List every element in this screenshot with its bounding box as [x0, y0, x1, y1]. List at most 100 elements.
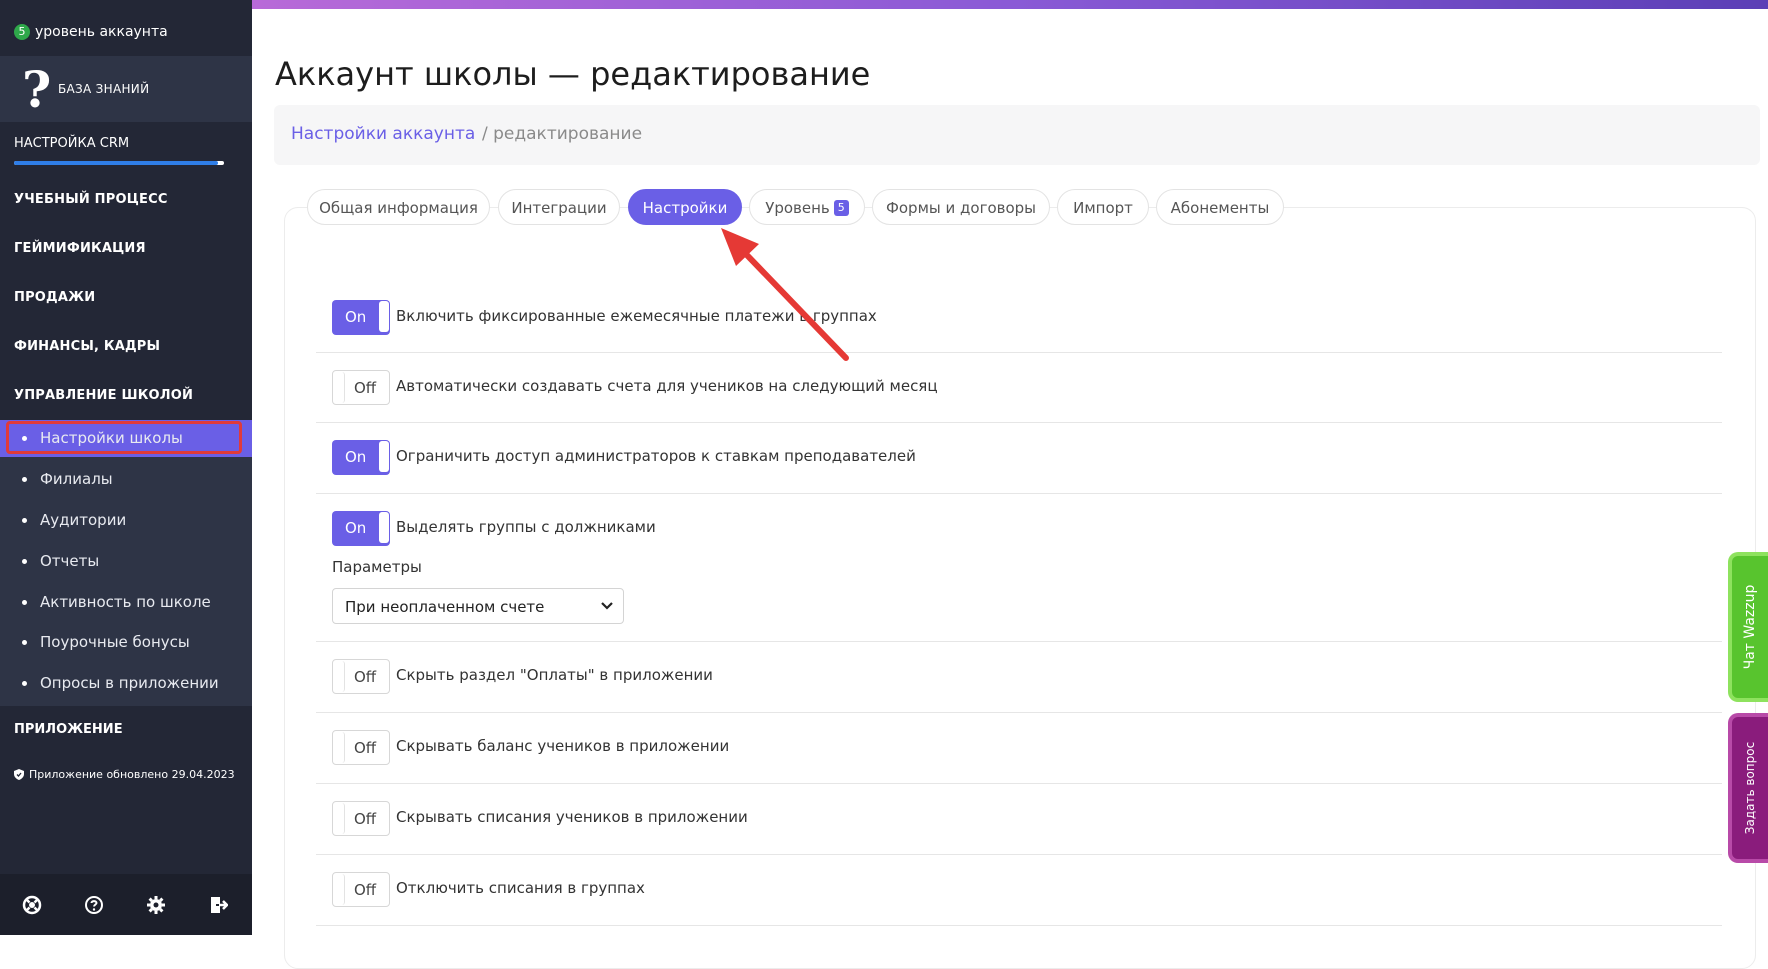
- sidebar-section-finance[interactable]: ФИНАНСЫ, КАДРЫ: [14, 339, 160, 354]
- logout-icon[interactable]: [208, 895, 228, 915]
- page-title: Аккаунт школы — редактирование: [275, 55, 871, 93]
- toggle-state: Off: [354, 739, 377, 757]
- support-icon[interactable]: [22, 895, 42, 915]
- setting-label: Скрывать списания учеников в приложении: [396, 808, 748, 826]
- sidebar-item-app-surveys[interactable]: Опросы в приложении: [0, 665, 252, 702]
- toggle-state: Off: [354, 810, 377, 828]
- tab-settings[interactable]: Настройки: [628, 189, 742, 225]
- app-section-label: ПРИЛОЖЕНИЕ: [14, 722, 123, 737]
- shield-icon: [14, 769, 24, 780]
- tab-label: Импорт: [1073, 199, 1133, 217]
- tab-subscriptions[interactable]: Абонементы: [1156, 189, 1284, 225]
- wazzup-chat-label: Чат Wazzup: [1742, 584, 1758, 670]
- toggle-knob: [334, 372, 345, 403]
- knowledge-base-label: БАЗА ЗНАНИЙ: [58, 82, 150, 96]
- level-label: уровень аккаунта: [35, 24, 168, 40]
- setting-label: Выделять группы с должниками: [396, 518, 656, 536]
- bullet-icon: [22, 559, 27, 564]
- toggle-state: Off: [354, 881, 377, 899]
- account-level[interactable]: 5 уровень аккаунта: [14, 24, 168, 40]
- sidebar-footer: [0, 874, 252, 935]
- toggle-switch[interactable]: On: [332, 440, 390, 475]
- tab-label: Общая информация: [319, 199, 478, 217]
- crm-progress-fill: [14, 161, 218, 165]
- toggle-knob: [334, 803, 345, 834]
- sidebar-section-app[interactable]: ПРИЛОЖЕНИЕ: [0, 706, 252, 754]
- sidebar-item-school-settings[interactable]: Настройки школы: [0, 420, 252, 457]
- sidebar-item-reports[interactable]: Отчеты: [0, 543, 252, 580]
- sidebar-item-label: Поурочные бонусы: [40, 633, 190, 651]
- sidebar-section-sales[interactable]: ПРОДАЖИ: [14, 290, 95, 305]
- sidebar-item-label: Опросы в приложении: [40, 674, 219, 692]
- question-mark-icon: ?: [22, 60, 52, 119]
- sidebar-item-school-activity[interactable]: Активность по школе: [0, 584, 252, 621]
- toggle-knob: [334, 874, 345, 905]
- sidebar: 5 уровень аккаунта ? БАЗА ЗНАНИЙ НАСТРОЙ…: [0, 0, 252, 935]
- sidebar-item-branches[interactable]: Филиалы: [0, 461, 252, 498]
- debtors-condition-select[interactable]: При неоплаченном счете: [332, 588, 624, 624]
- toggle-state: Off: [354, 379, 377, 397]
- setting-label: Скрыть раздел "Оплаты" в приложении: [396, 666, 713, 684]
- tab-label: Формы и договоры: [885, 199, 1037, 217]
- tab-level[interactable]: Уровень 5: [749, 189, 865, 225]
- wazzup-chat-button[interactable]: Чат Wazzup: [1728, 552, 1768, 702]
- setting-label: Отключить списания в группах: [396, 879, 645, 897]
- breadcrumb-current: / редактирование: [482, 124, 643, 144]
- crm-progress-bar: [14, 161, 224, 165]
- level-badge: 5: [14, 24, 30, 40]
- help-icon[interactable]: [84, 895, 104, 915]
- select-value: При неоплаченном счете: [345, 598, 545, 616]
- toggle-state: Off: [354, 668, 377, 686]
- tab-label: Абонементы: [1170, 199, 1270, 217]
- sidebar-item-lesson-bonuses[interactable]: Поурочные бонусы: [0, 624, 252, 661]
- tab-import[interactable]: Импорт: [1057, 189, 1149, 225]
- bullet-icon: [22, 640, 27, 645]
- gear-icon[interactable]: [146, 895, 166, 915]
- setting-label: Ограничить доступ администраторов к став…: [396, 447, 916, 465]
- setting-row: Off Скрывать списания учеников в приложе…: [316, 784, 1722, 855]
- toggle-state: On: [345, 308, 367, 326]
- setting-row: Off Скрыть раздел "Оплаты" в приложении: [316, 642, 1722, 713]
- bullet-icon: [22, 518, 27, 523]
- setting-row: Off Отключить списания в группах: [316, 855, 1722, 926]
- toggle-switch[interactable]: Off: [332, 370, 390, 405]
- tab-forms-contracts[interactable]: Формы и договоры: [872, 189, 1050, 225]
- ask-question-button[interactable]: Задать вопрос: [1728, 713, 1768, 863]
- sidebar-item-label: Аудитории: [40, 511, 127, 529]
- crm-setup[interactable]: НАСТРОЙКА CRM: [0, 122, 252, 170]
- tab-integrations[interactable]: Интеграции: [498, 189, 620, 225]
- sidebar-item-label: Активность по школе: [40, 593, 211, 611]
- bullet-icon: [22, 681, 27, 686]
- toggle-switch[interactable]: Off: [332, 872, 390, 907]
- toggle-switch[interactable]: Off: [332, 659, 390, 694]
- bullet-icon: [22, 600, 27, 605]
- app-updated-note: Приложение обновлено 29.04.2023: [14, 768, 235, 781]
- setting-row: Off Автоматически создавать счета для уч…: [316, 353, 1722, 423]
- toggle-switch[interactable]: On: [332, 511, 390, 546]
- toggle-state: On: [345, 519, 367, 537]
- breadcrumb: Настройки аккаунта / редактирование: [274, 105, 1760, 165]
- sidebar-item-label: Настройки школы: [40, 429, 183, 447]
- crm-setup-label: НАСТРОЙКА CRM: [14, 136, 130, 151]
- ask-question-label: Задать вопрос: [1743, 741, 1757, 835]
- setting-row: Off Скрывать баланс учеников в приложени…: [316, 713, 1722, 784]
- sidebar-item-label: Отчеты: [40, 552, 100, 570]
- toggle-switch[interactable]: On: [332, 300, 390, 335]
- toggle-knob: [379, 512, 389, 543]
- tab-label: Интеграции: [511, 199, 607, 217]
- bullet-icon: [22, 436, 27, 441]
- divider: [316, 925, 1722, 926]
- setting-row: On Включить фиксированные ежемесячные пл…: [316, 280, 1722, 353]
- knowledge-base-link[interactable]: ? БАЗА ЗНАНИЙ: [0, 56, 252, 122]
- tab-general-info[interactable]: Общая информация: [307, 189, 490, 225]
- setting-label: Скрывать баланс учеников в приложении: [396, 737, 730, 755]
- sidebar-item-classrooms[interactable]: Аудитории: [0, 502, 252, 539]
- sidebar-section-gamification[interactable]: ГЕЙМИФИКАЦИЯ: [14, 241, 146, 256]
- toggle-knob: [334, 732, 345, 763]
- tab-label: Настройки: [642, 199, 728, 217]
- breadcrumb-link[interactable]: Настройки аккаунта: [291, 124, 475, 144]
- sidebar-section-school-management[interactable]: УПРАВЛЕНИЕ ШКОЛОЙ: [14, 388, 193, 403]
- toggle-switch[interactable]: Off: [332, 801, 390, 836]
- sidebar-section-study[interactable]: УЧЕБНЫЙ ПРОЦЕСС: [14, 192, 168, 207]
- toggle-switch[interactable]: Off: [332, 730, 390, 765]
